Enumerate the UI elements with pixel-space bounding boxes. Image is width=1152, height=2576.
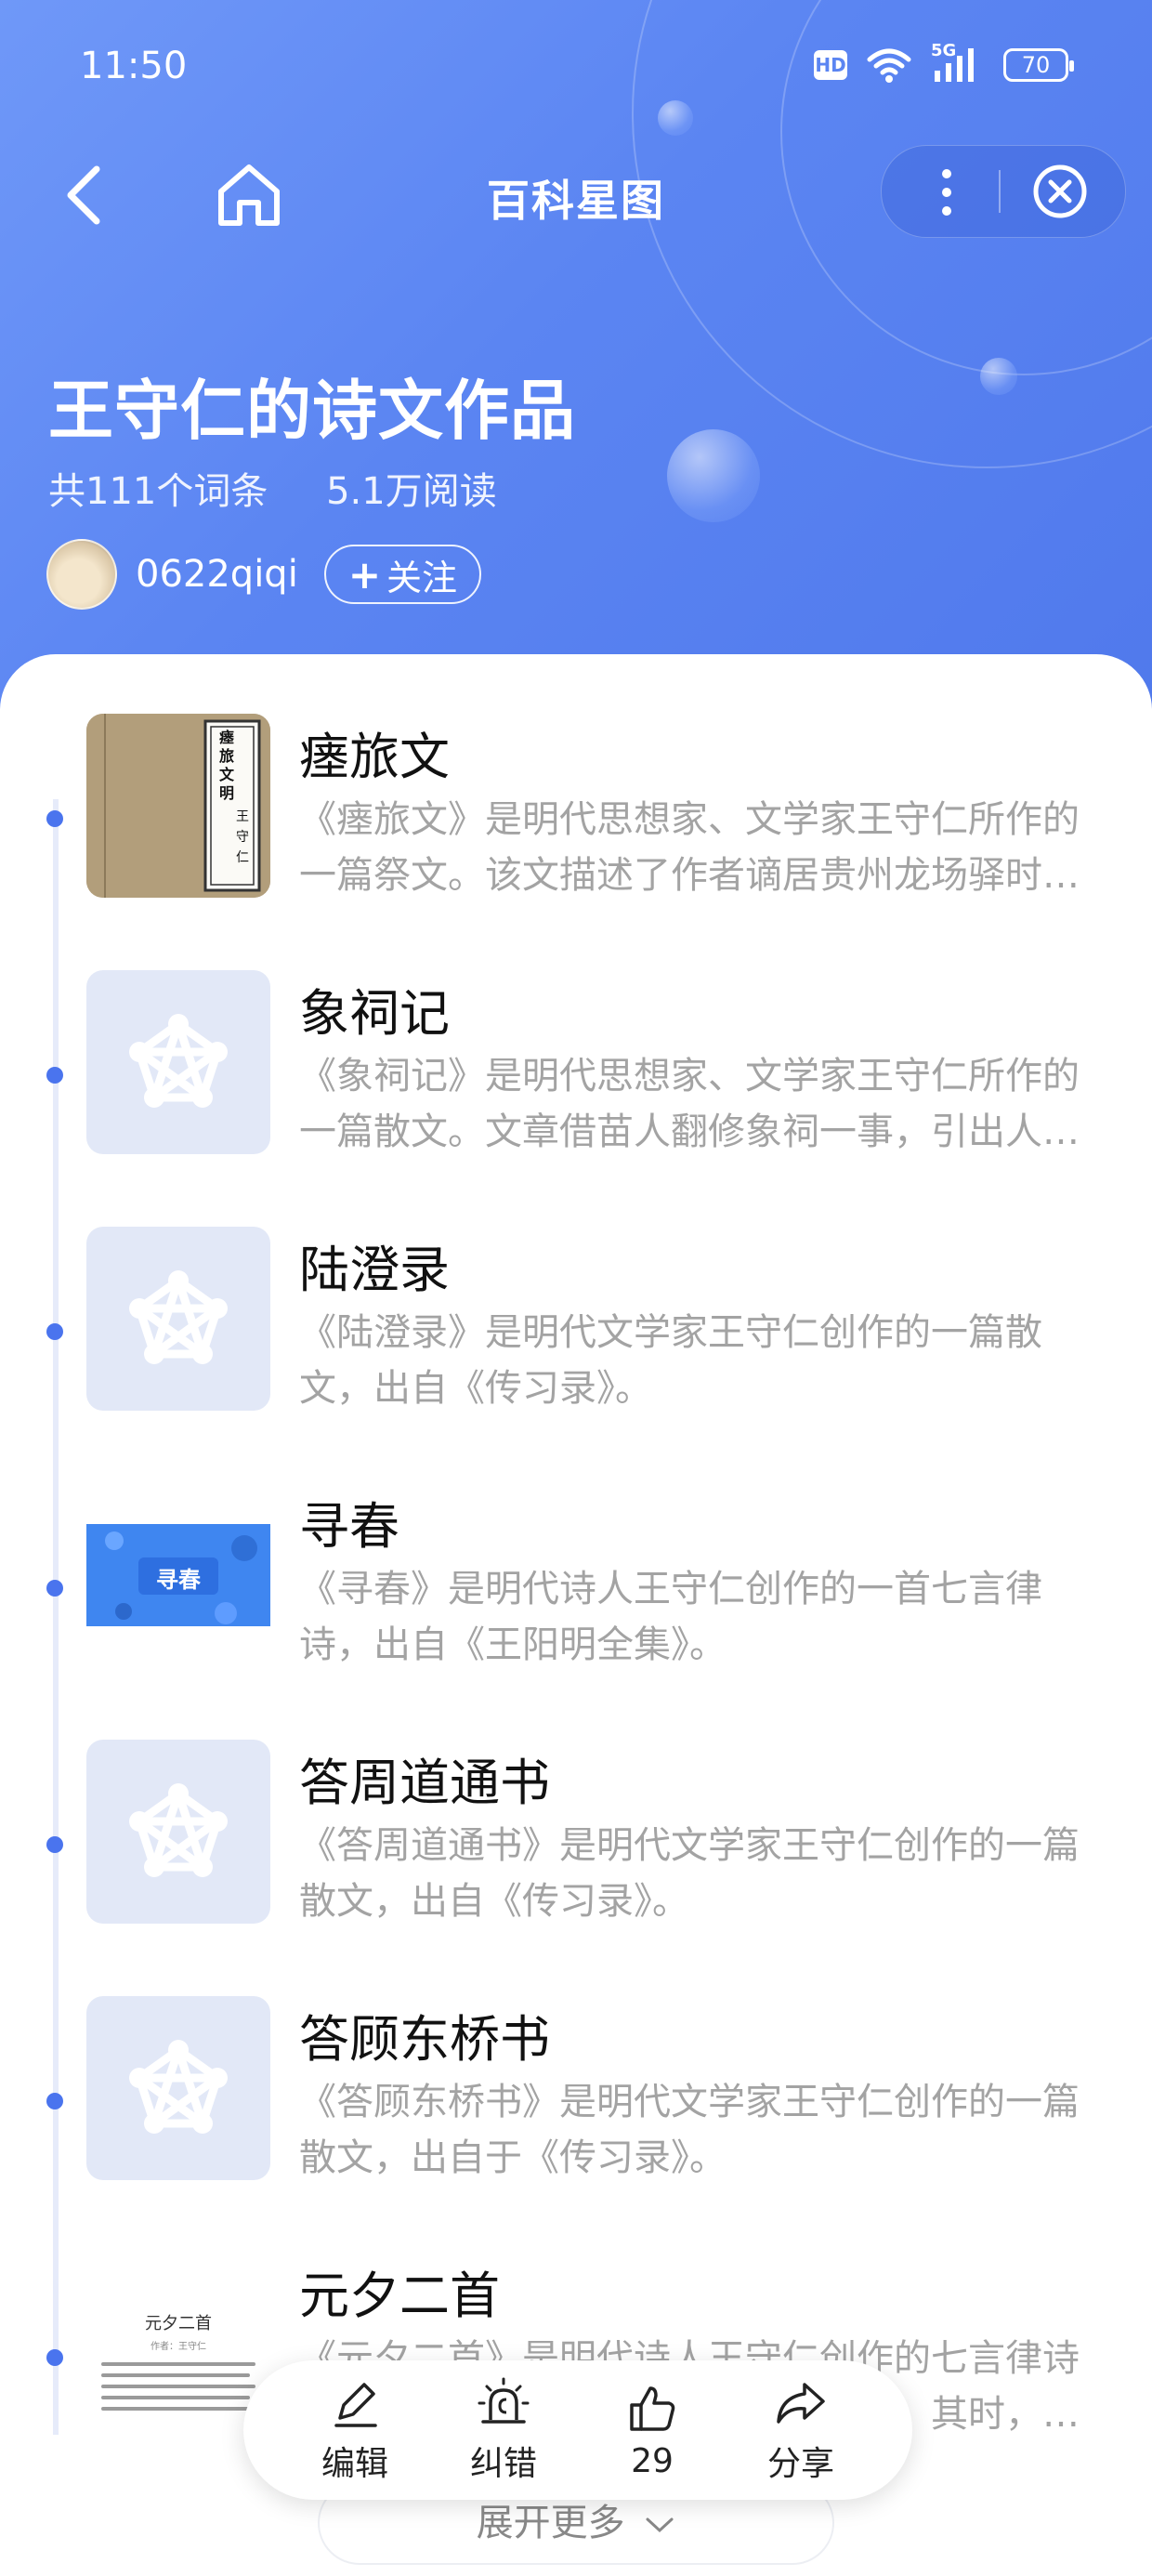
entry-thumbnail[interactable] <box>86 1227 270 1411</box>
more-vertical-icon <box>942 169 951 216</box>
expand-label: 展开更多 <box>476 2502 625 2544</box>
entry-description: 《陆澄录》是明代文学家王守仁创作的一篇散文，出自《传习录》。 <box>299 1311 1042 1410</box>
entry-count: 共111个词条 <box>48 470 268 513</box>
poem-cover-text-line <box>101 2407 255 2411</box>
star-graph-icon <box>129 1270 228 1364</box>
author-row: 0622qiqi + 关注 <box>46 539 482 610</box>
follow-label: 关注 <box>386 557 458 598</box>
entry-title[interactable]: 象祠记 <box>299 972 450 1045</box>
entry-title[interactable]: 陆澄录 <box>299 1229 450 1302</box>
timeline-dot <box>46 2349 63 2366</box>
poem-cover-text-line <box>101 2396 250 2399</box>
like-count: 29 <box>631 2441 674 2480</box>
list-item[interactable]: 答顾东桥书《答顾东桥书》是明代文学家王守仁创作的一篇散文，出自于《传习录》。 <box>0 1996 1152 2219</box>
list-item[interactable]: 寻春 寻春 《寻春》是明代诗人王守仁创作的一首七言律诗，出自《王阳明全集》。 <box>0 1483 1152 1706</box>
edit-pencil-icon <box>334 2383 377 2427</box>
collection-stats: 共111个词条 5.1万阅读 <box>48 461 543 515</box>
entry-description: 《答顾东桥书》是明代文学家王守仁创作的一篇散文，出自于《传习录》。 <box>299 2081 1080 2179</box>
action-toolbar: 编辑 纠错 29 分享 <box>243 2360 912 2500</box>
entry-title[interactable]: 元夕二首 <box>299 2254 500 2328</box>
more-button[interactable] <box>928 164 965 220</box>
battery-icon: 70 <box>1003 48 1074 82</box>
poem-cover-text-line <box>101 2385 255 2388</box>
status-bar: 11:50 HD 5G 70 <box>0 0 1152 130</box>
mini-program-capsule <box>881 145 1126 238</box>
entry-description: 《瘗旅文》是明代思想家、文学家王守仁所作的一篇祭文。该文描述了作者谪居贵州龙场驿… <box>299 798 1080 897</box>
author-name[interactable]: 0622qiqi <box>136 553 298 596</box>
page-title: 王守仁的诗文作品 <box>48 373 576 449</box>
alarm-light-icon <box>478 2377 530 2424</box>
close-button[interactable] <box>1030 162 1090 221</box>
entry-thumbnail[interactable] <box>86 1996 270 2180</box>
entry-description: 《答周道通书》是明代文学家王守仁创作的一篇散文，出自《传习录》。 <box>299 1824 1080 1923</box>
share-button[interactable]: 分享 <box>750 2375 852 2485</box>
decor-bubble <box>667 429 760 522</box>
thumbs-up-icon <box>630 2385 675 2431</box>
poem-cover-author: 作者：王守仁 <box>151 2342 206 2352</box>
report-error-button[interactable]: 纠错 <box>452 2375 555 2485</box>
read-count: 5.1万阅读 <box>326 470 497 513</box>
nav-bar: 百科星图 <box>0 139 1152 251</box>
signal-icon: 5G <box>931 41 985 84</box>
edit-button[interactable]: 编辑 <box>304 2375 406 2485</box>
wifi-icon <box>867 48 911 83</box>
spring-cover-label: 寻春 <box>156 1567 201 1593</box>
entry-thumbnail[interactable]: 瘗旅文明 王守仁 <box>86 714 270 898</box>
entry-description: 《寻春》是明代诗人王守仁创作的一首七言律诗，出自《王阳明全集》。 <box>299 1568 1042 1666</box>
share-arrow-icon <box>777 2383 825 2424</box>
follow-button[interactable]: + 关注 <box>323 545 482 604</box>
entry-title[interactable]: 答周道通书 <box>299 1741 550 1815</box>
list-item[interactable]: 陆澄录《陆澄录》是明代文学家王守仁创作的一篇散文，出自《传习录》。 <box>0 1227 1152 1450</box>
star-graph-icon <box>129 1783 228 1877</box>
entry-title[interactable]: 答顾东桥书 <box>299 1998 550 2071</box>
star-graph-icon <box>129 2040 228 2134</box>
poem-cover-text-line <box>101 2362 255 2366</box>
list-item[interactable]: 象祠记《象祠记》是明代思想家、文学家王守仁所作的一篇散文。文章借苗人翻修象祠一事… <box>0 970 1152 1193</box>
poem-cover-title: 元夕二首 <box>145 2314 212 2333</box>
chevron-down-icon <box>646 2517 674 2533</box>
share-label: 分享 <box>766 2445 834 2483</box>
list-item[interactable]: 瘗旅文明 王守仁 瘗旅文 《瘗旅文》是明代思想家、文学家王守仁所作的一篇祭文。该文描述… <box>0 714 1152 937</box>
timeline-dot <box>46 1067 63 1084</box>
entry-thumbnail[interactable] <box>86 1740 270 1924</box>
timeline-dot <box>46 810 63 827</box>
like-button[interactable]: 29 <box>601 2381 703 2480</box>
decor-bubble <box>980 358 1017 395</box>
entry-thumbnail[interactable]: 寻春 <box>86 1483 270 1667</box>
scroll-author-text: 王守仁 <box>236 809 249 865</box>
avatar[interactable] <box>46 539 117 610</box>
edit-label: 编辑 <box>321 2445 388 2483</box>
close-circle-icon <box>1033 164 1087 218</box>
hd-icon: HD <box>814 50 847 80</box>
plus-icon: + <box>347 551 382 598</box>
scroll-cover-image <box>86 714 270 898</box>
entry-title[interactable]: 寻春 <box>299 1485 399 1558</box>
timeline-dot <box>46 1323 63 1340</box>
battery-level: 70 <box>1021 52 1051 78</box>
entry-thumbnail[interactable]: 元夕二首作者：王守仁 <box>86 2253 270 2437</box>
status-icons: HD 5G 70 <box>814 41 1074 84</box>
timeline-dot <box>46 1580 63 1597</box>
timeline-dot <box>46 2093 63 2109</box>
poem-cover-text-line <box>101 2373 250 2377</box>
capsule-divider <box>999 170 1001 213</box>
list-item[interactable]: 答周道通书《答周道通书》是明代文学家王守仁创作的一篇散文，出自《传习录》。 <box>0 1740 1152 1963</box>
entry-thumbnail[interactable] <box>86 970 270 1154</box>
entry-title[interactable]: 瘗旅文 <box>299 716 450 789</box>
scroll-title-text: 瘗旅文明 <box>218 729 234 802</box>
timeline-dot <box>46 1836 63 1853</box>
star-graph-icon <box>129 1014 228 1108</box>
report-label: 纠错 <box>469 2445 537 2483</box>
entry-description: 《象祠记》是明代思想家、文学家王守仁所作的一篇散文。文章借苗人翻修象祠一事，引出… <box>299 1055 1080 1153</box>
status-time: 11:50 <box>80 45 188 87</box>
